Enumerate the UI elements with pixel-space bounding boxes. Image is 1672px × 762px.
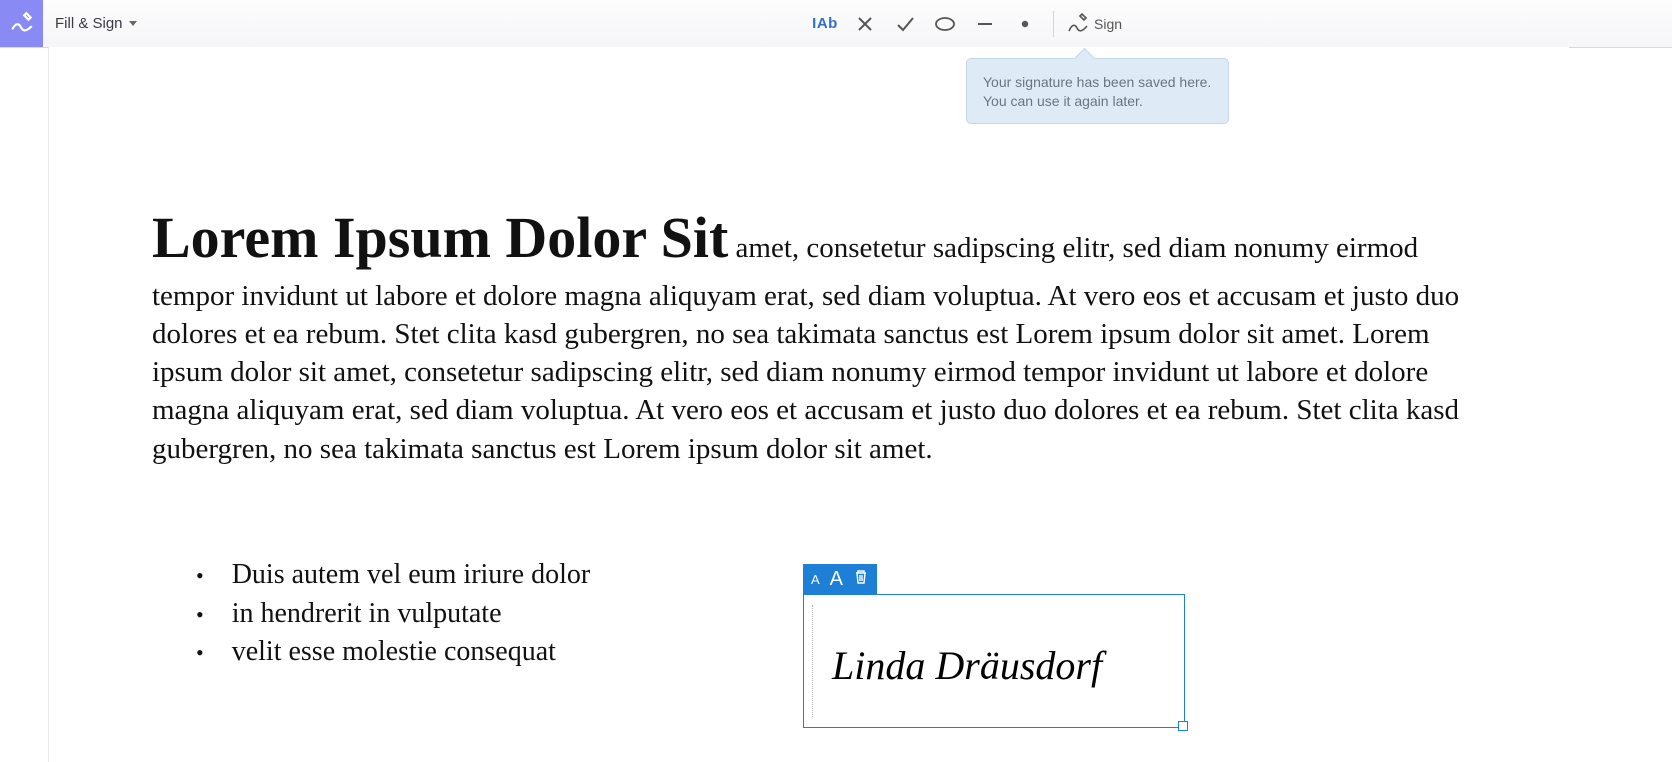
fill-sign-label: Fill & Sign <box>55 15 123 32</box>
signature-toolbar: A A <box>803 564 877 594</box>
document-title: Lorem Ipsum Dolor Sit <box>152 205 728 270</box>
text-tool-button[interactable]: IAb <box>805 0 845 47</box>
list-item-text: in hendrerit in vulputate <box>232 595 502 634</box>
delete-signature-button[interactable] <box>853 569 869 590</box>
list-item: • velit esse molestie consequat <box>196 633 590 672</box>
bullet-list: • Duis autem vel eum iriure dolor • in hen… <box>196 556 590 672</box>
line-tool-button[interactable] <box>965 0 1005 47</box>
dot-tool-button[interactable] <box>1005 0 1045 47</box>
line-icon <box>976 15 994 33</box>
sign-label: Sign <box>1094 16 1122 32</box>
signature-saved-tooltip: Your signature has been saved here. You … <box>966 58 1229 124</box>
fill-sign-toolbar: Fill & Sign IAb Sign <box>0 0 1672 48</box>
increase-size-button[interactable]: A <box>830 568 843 591</box>
fill-sign-menu[interactable]: Fill & Sign <box>55 0 137 47</box>
cross-tool-button[interactable] <box>845 0 885 47</box>
toolbar-divider <box>1053 11 1054 37</box>
signature-box[interactable]: Linda Dräusdorf <box>803 594 1185 728</box>
check-tool-button[interactable] <box>885 0 925 47</box>
list-item-text: Duis autem vel eum iriure dolor <box>232 556 590 595</box>
list-item: • Duis autem vel eum iriure dolor <box>196 556 590 595</box>
pen-sign-icon <box>1066 12 1090 36</box>
bullet-icon: • <box>196 561 204 591</box>
bullet-icon: • <box>196 600 204 630</box>
decrease-size-button[interactable]: A <box>811 572 820 587</box>
trash-icon <box>853 569 869 585</box>
oval-icon <box>934 16 956 32</box>
document-content: Lorem Ipsum Dolor Sit amet, consetetur s… <box>152 200 1502 468</box>
chevron-down-icon <box>129 21 137 26</box>
resize-handle[interactable] <box>1178 721 1188 731</box>
signature-object[interactable]: A A Linda Dräusdorf <box>803 564 1185 728</box>
signature-guide-line <box>812 605 813 717</box>
oval-tool-button[interactable] <box>925 0 965 47</box>
list-item: • in hendrerit in vulputate <box>196 595 590 634</box>
check-icon <box>895 14 915 34</box>
sign-tool-button[interactable] <box>1062 0 1094 47</box>
signature-text: Linda Dräusdorf <box>832 642 1102 689</box>
document-body-lead: amet, consetetur sadipscing elitr, sed d… <box>728 232 1233 264</box>
text-tool-icon: IAb <box>812 15 838 32</box>
fill-sign-badge-icon <box>0 0 43 47</box>
tooltip-text: Your signature has been saved here. You … <box>983 74 1211 109</box>
list-item-text: velit esse molestie consequat <box>232 633 556 672</box>
bullet-icon: • <box>196 638 204 668</box>
dot-icon <box>1020 19 1030 29</box>
cross-icon <box>856 15 874 33</box>
